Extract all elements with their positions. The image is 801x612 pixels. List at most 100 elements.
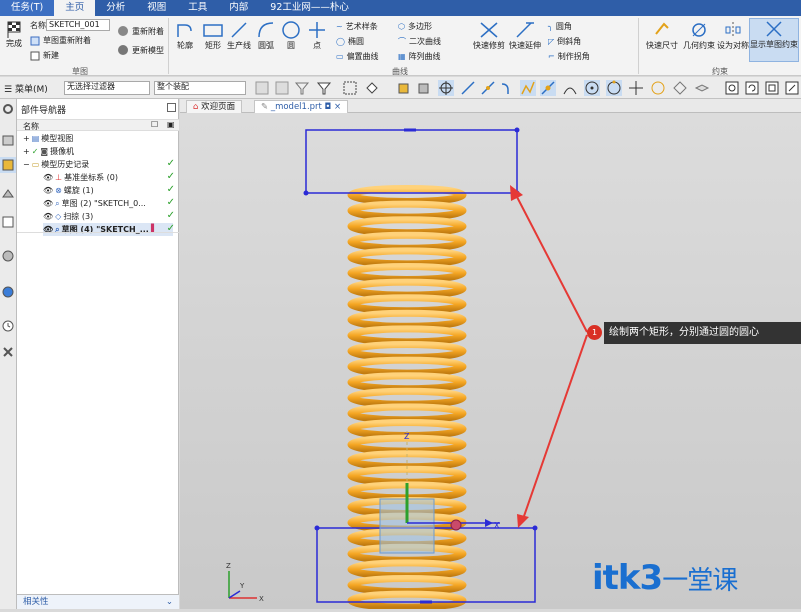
intersection-snap-icon[interactable] <box>540 80 556 96</box>
history-clock-icon[interactable] <box>1 319 15 333</box>
expand-icon[interactable]: + <box>23 147 30 156</box>
line-button[interactable]: 生产线 <box>226 20 252 51</box>
circle-center-snap-icon[interactable] <box>584 80 600 96</box>
menu-tab-view[interactable]: 视图 <box>136 0 177 16</box>
rectangle-button[interactable]: 矩形 <box>200 20 226 51</box>
constraint-navigator-icon[interactable] <box>1 187 15 201</box>
tab-welcome[interactable]: ⌂ 欢迎页面 <box>186 100 243 113</box>
polygon-button[interactable]: ⬡ 多边形 <box>398 21 432 32</box>
rect-corner-point[interactable] <box>514 127 520 133</box>
refresh-icon[interactable] <box>744 80 760 96</box>
tab-model1[interactable]: ✎ _model1.prt ◘ × <box>254 100 349 113</box>
profile-button[interactable]: 轮廓 <box>174 20 196 51</box>
dependencies-panel[interactable]: 相关性 ⌄ <box>17 594 179 609</box>
graphics-viewport[interactable]: X Z Z X Y <box>180 113 801 611</box>
role-tools-icon[interactable] <box>1 345 15 359</box>
menu-tab-task[interactable]: 任务(T) <box>0 0 55 16</box>
offset-curve-button[interactable]: ▭ 偏置曲线 <box>336 51 379 62</box>
menu-tab-analysis[interactable]: 分析 <box>95 0 136 16</box>
column-update-icon[interactable]: ☐ <box>151 120 158 129</box>
navigator-maximize-icon[interactable] <box>167 103 176 112</box>
tree-item-model-views[interactable]: + ▤ 模型视图 <box>23 132 73 145</box>
expand-icon[interactable]: + <box>23 134 30 143</box>
arc-button[interactable]: 圆弧 <box>255 20 277 51</box>
finish-button[interactable]: 完成 <box>3 20 25 49</box>
point-button[interactable]: 点 <box>306 20 328 51</box>
collapse-icon[interactable]: − <box>23 160 30 169</box>
hd3d-icon[interactable] <box>1 249 15 263</box>
tree-item-helix[interactable]: 👁 ⊗ 螺旋 (1) <box>43 184 173 197</box>
orient-view-icon[interactable] <box>784 80 800 96</box>
chevron-down-icon[interactable]: ⌄ <box>166 595 173 609</box>
menu-tab-home[interactable]: 主页 <box>54 0 96 16</box>
point-dropdown-icon[interactable] <box>364 80 380 96</box>
curve-snap-icon[interactable] <box>500 80 516 96</box>
layer-icon[interactable] <box>694 80 710 96</box>
filter-dropdown-icon[interactable] <box>316 80 332 96</box>
menu-tab-internal[interactable]: 内部 <box>218 0 259 16</box>
tree-item-sketch-2[interactable]: 👁 ⌕ 草图 (2) "SKETCH_0... <box>43 197 173 210</box>
reattach-button[interactable]: 重新附着 <box>117 25 164 37</box>
visibility-eye-icon[interactable]: 👁 <box>43 173 53 182</box>
tree-item-model-history[interactable]: − ▭ 模型历史记录 <box>23 158 89 171</box>
existing-point-snap-icon[interactable] <box>628 80 644 96</box>
update-model-button[interactable]: 更新模型 <box>117 44 164 56</box>
show-sketch-constraints-button[interactable]: 显示草图约束 <box>749 18 799 62</box>
rapid-dimension-button[interactable]: 快速尺寸 <box>643 20 681 51</box>
assembly-scope-select[interactable]: 整个装配 <box>154 81 246 95</box>
reuse-library-icon[interactable] <box>1 215 15 229</box>
selection-filter-select[interactable]: 无选择过滤器 <box>64 81 150 95</box>
sketch-name-select[interactable]: SKETCH_001 <box>46 19 110 31</box>
tree-item-sweep[interactable]: 👁 ◇ 扫掠 (3) <box>43 210 173 223</box>
rect-corner-point[interactable] <box>314 525 320 531</box>
chamfer-button[interactable]: ◸ 倒斜角 <box>548 36 581 47</box>
quick-trim-button[interactable]: 快速修剪 <box>471 20 507 51</box>
circle-button[interactable]: 圆 <box>280 20 302 51</box>
rect-corner-point[interactable] <box>532 525 538 531</box>
menu-tab-tools[interactable]: 工具 <box>177 0 218 16</box>
pattern-curve-button[interactable]: ▦ 阵列曲线 <box>398 51 441 62</box>
crosshair-icon[interactable] <box>438 80 454 96</box>
rect-corner-point[interactable] <box>303 190 309 196</box>
checkmark-icon[interactable]: ✓ <box>32 147 39 156</box>
tag-icon[interactable] <box>672 80 688 96</box>
new-button[interactable]: 新建 <box>30 50 59 61</box>
upper-sketch-rectangle[interactable] <box>305 129 518 194</box>
fit-view-icon[interactable] <box>764 80 780 96</box>
ellipse-button[interactable]: ◯ 椭圆 <box>336 36 364 47</box>
model-canvas[interactable]: X Z Z X Y <box>180 113 801 611</box>
make-corner-button[interactable]: ⌐ 制作拐角 <box>548 51 590 62</box>
select-object-icon[interactable] <box>254 80 270 96</box>
studio-spline-button[interactable]: ~ 艺术样条 <box>336 21 378 32</box>
select-feature-icon[interactable] <box>274 80 290 96</box>
conic-button[interactable]: ⌒ 二次曲线 <box>398 36 441 47</box>
visibility-eye-icon[interactable]: 👁 <box>43 199 53 208</box>
filter-funnel-icon[interactable] <box>294 80 310 96</box>
menu-button[interactable]: ☰ 菜单(M) <box>4 82 48 95</box>
column-name-header[interactable]: 名称 <box>23 121 39 132</box>
cube-grey-icon[interactable] <box>416 80 432 96</box>
column-lock-icon[interactable]: ▣ <box>167 120 175 129</box>
point-on-curve-snap-icon[interactable] <box>650 80 666 96</box>
midpoint-snap-icon[interactable] <box>480 80 496 96</box>
cube-icon[interactable] <box>396 80 412 96</box>
web-browser-icon[interactable] <box>1 285 15 299</box>
tree-item-datum-csys[interactable]: 👁 ⊥ 基准坐标系 (0) <box>43 171 173 184</box>
make-symmetric-button[interactable]: 设为对称 <box>717 20 749 51</box>
visibility-eye-icon[interactable]: 👁 <box>43 212 53 221</box>
close-tab-icon[interactable]: × <box>334 102 341 112</box>
fillet-button[interactable]: ╮ 圆角 <box>548 21 572 32</box>
select-region-icon[interactable] <box>342 80 358 96</box>
arc-center-snap-icon[interactable] <box>562 80 578 96</box>
quadrant-snap-icon[interactable] <box>606 80 622 96</box>
visibility-eye-icon[interactable]: 👁 <box>43 186 53 195</box>
circle-center-marker[interactable] <box>450 519 462 531</box>
geometric-constraint-button[interactable]: 几何约束 <box>681 20 717 51</box>
endpoint-snap-icon[interactable] <box>460 80 476 96</box>
menu-tab-92[interactable]: 92工业网——朴心 <box>259 0 360 16</box>
zoom-window-icon[interactable] <box>724 80 740 96</box>
quick-extend-button[interactable]: 快速延伸 <box>507 20 543 51</box>
part-navigator-icon[interactable] <box>0 157 16 173</box>
sketch-reattach-button[interactable]: 草图重新附着 <box>30 35 91 46</box>
assembly-navigator-icon[interactable] <box>1 133 15 147</box>
